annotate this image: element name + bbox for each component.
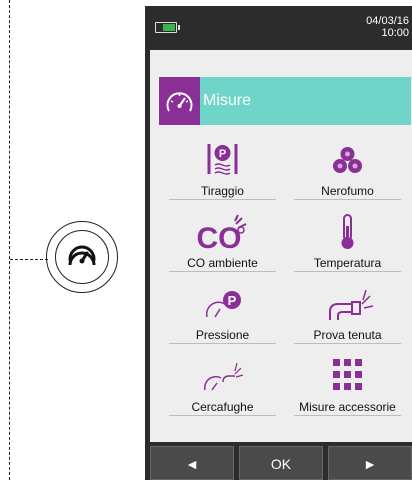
tile-cercafughe[interactable]: Cercafughe <box>163 356 282 416</box>
tile-misure-accessorie[interactable]: Misure accessorie <box>288 356 407 416</box>
date-text: 04/03/16 <box>366 15 409 27</box>
tile-label: Tiraggio <box>201 184 244 198</box>
right-arrow-button[interactable]: ► <box>328 446 412 480</box>
tile-label: CO ambiente <box>187 256 258 270</box>
menu-screen: Misure P Tiraggio Nerofumo CO CO ambient… <box>150 50 412 442</box>
tile-label: Misure accessorie <box>299 400 396 414</box>
header-icon-box <box>159 77 200 125</box>
tile-label: Nerofumo <box>321 184 374 198</box>
co-icon: CO <box>197 214 247 252</box>
tile-label: Temperatura <box>313 256 382 270</box>
svg-text:P: P <box>228 293 237 308</box>
svg-text:CO: CO <box>197 222 242 252</box>
grid-icon <box>333 359 362 390</box>
tile-temperatura[interactable]: Temperatura <box>288 212 407 272</box>
tile-tiraggio[interactable]: P Tiraggio <box>163 140 282 200</box>
leak-finder-icon <box>204 362 244 391</box>
softkey-bar: ◄ OK ► <box>150 442 412 480</box>
status-bar: 04/03/16 10:00 <box>145 6 412 48</box>
battery-icon <box>155 22 180 33</box>
gauge-header-icon <box>166 92 193 112</box>
smoke-dots-icon <box>333 147 362 173</box>
dashed-connector-horizontal <box>10 259 48 260</box>
tile-label: Cercafughe <box>191 400 254 414</box>
pressure-icon: P <box>205 291 241 318</box>
tile-pressione[interactable]: P Pressione <box>163 284 282 344</box>
thermometer-icon <box>341 214 354 249</box>
tile-label: Prova tenuta <box>313 328 382 342</box>
datetime: 04/03/16 10:00 <box>366 15 409 39</box>
menu-header: Misure <box>159 77 411 125</box>
dashed-connector-vertical <box>9 0 10 480</box>
tile-co-ambiente[interactable]: CO CO ambiente <box>163 212 282 272</box>
ok-button[interactable]: OK <box>239 446 323 480</box>
pipe-test-icon <box>329 289 374 320</box>
tile-prova-tenuta[interactable]: Prova tenuta <box>288 284 407 344</box>
device-frame: 04/03/16 10:00 Misure P Tiraggio Nerofum… <box>145 6 412 480</box>
draft-icon: P <box>207 144 238 175</box>
svg-text:P: P <box>219 148 226 160</box>
menu-title: Misure <box>203 92 252 109</box>
tile-label: Pressione <box>195 328 250 342</box>
gauge-icon <box>68 245 96 273</box>
left-arrow-button[interactable]: ◄ <box>150 446 234 480</box>
tile-nerofumo[interactable]: Nerofumo <box>288 140 407 200</box>
time-text: 10:00 <box>381 27 409 39</box>
